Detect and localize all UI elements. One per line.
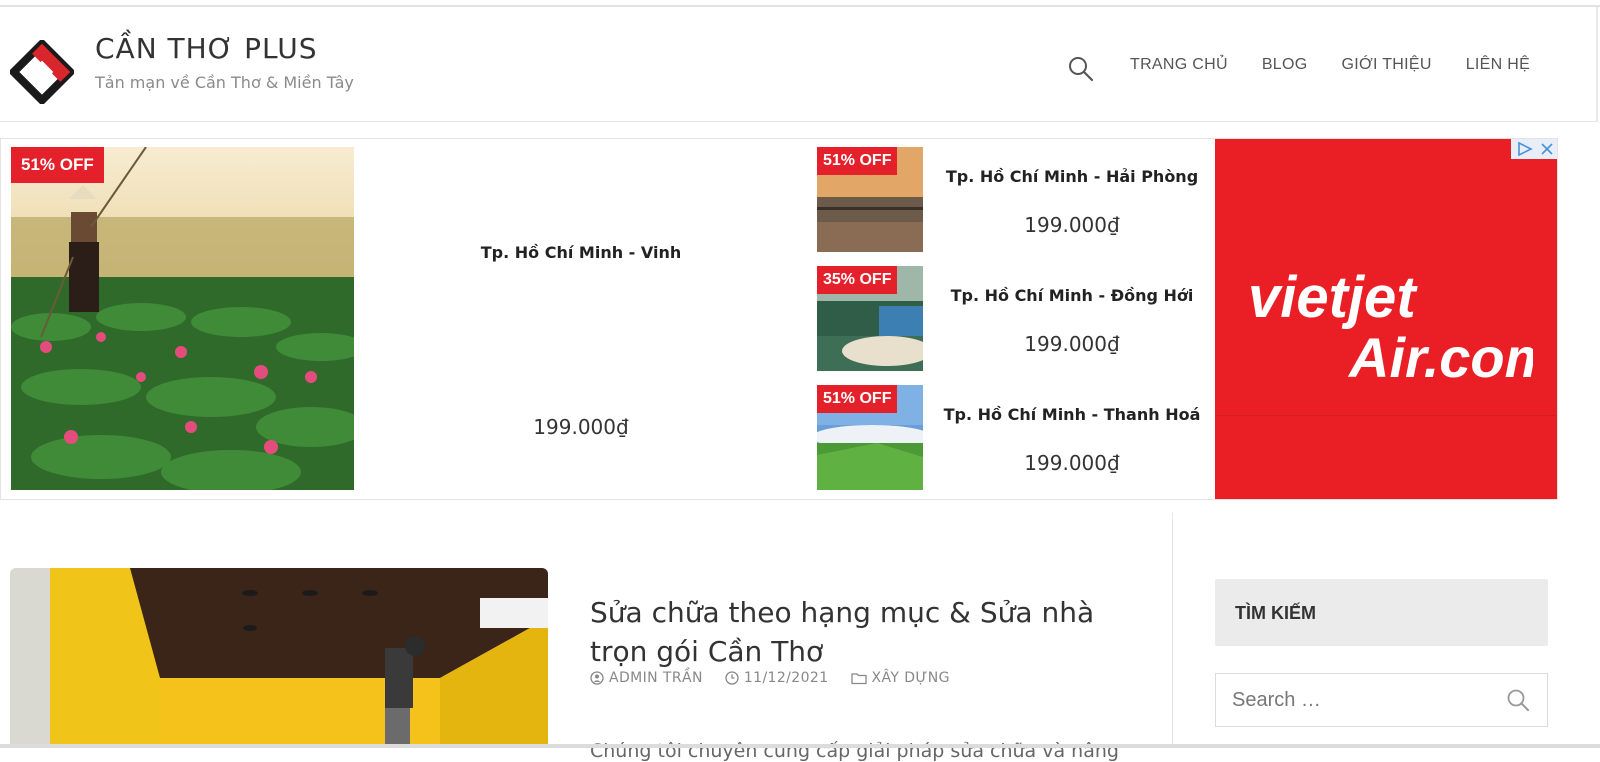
featured-discount-badge: 51% OFF xyxy=(11,147,104,183)
post-date[interactable]: 11/12/2021 xyxy=(725,670,829,686)
deal-price: 199.000₫ xyxy=(1024,451,1120,475)
site-logo-icon[interactable] xyxy=(10,40,74,104)
post-author-label: ADMIN TRẦN xyxy=(609,670,703,686)
search-widget-title: TÌM KIẾM xyxy=(1215,579,1548,646)
featured-deal-image[interactable] xyxy=(11,147,354,490)
deal-discount-badge: 35% OFF xyxy=(817,266,898,294)
post-category[interactable]: XÂY DỰNG xyxy=(850,670,950,686)
deal-price: 199.000₫ xyxy=(1024,213,1120,237)
deal-route[interactable]: Tp. Hồ Chí Minh - Thanh Hoá xyxy=(937,405,1207,424)
site-header: CẦN THƠ PLUS Tản mạn về Cần Thơ & Miền T… xyxy=(0,7,1598,122)
post-date-label: 11/12/2021 xyxy=(743,670,829,686)
nav-item-contact[interactable]: LIÊN HỆ xyxy=(1466,56,1530,74)
deal-route[interactable]: Tp. Hồ Chí Minh - Hải Phòng xyxy=(937,167,1207,186)
nav-item-home[interactable]: TRANG CHỦ xyxy=(1130,56,1228,74)
deal-item[interactable]: 51% OFF Tp. Hồ Chí Minh - Thanh Hoá 199.… xyxy=(817,385,1217,490)
nav-item-blog[interactable]: BLOG xyxy=(1262,56,1308,74)
search-icon[interactable] xyxy=(1067,55,1095,83)
post-meta: ADMIN TRẦN 11/12/2021 XÂY DỰNG xyxy=(590,670,950,686)
search-input[interactable] xyxy=(1215,673,1548,727)
deal-discount-badge: 51% OFF xyxy=(817,385,898,413)
main-nav: TRANG CHỦ BLOG GIỚI THIỆU LIÊN HỆ xyxy=(1130,56,1530,74)
vietjet-logo-panel[interactable]: vietjet Air.com xyxy=(1215,139,1557,499)
site-title[interactable]: CẦN THƠ PLUS xyxy=(95,32,318,65)
vietjet-air-logo: vietjet Air.com xyxy=(1248,265,1533,385)
ad-banner[interactable]: 51% OFF Tp. Hồ Chí Minh - Vinh 199.000₫ … xyxy=(0,138,1558,500)
brand-line-1: vietjet xyxy=(1248,265,1418,330)
folder-icon xyxy=(850,673,867,685)
ad-choices-icon[interactable] xyxy=(1511,139,1557,159)
post-thumbnail[interactable] xyxy=(10,568,548,748)
deal-route[interactable]: Tp. Hồ Chí Minh - Đồng Hới xyxy=(937,286,1207,305)
user-icon xyxy=(590,671,604,685)
deal-discount-badge: 51% OFF xyxy=(817,147,898,175)
featured-price: 199.000₫ xyxy=(533,415,629,439)
site-tagline: Tản mạn về Cần Thơ & Miền Tây xyxy=(95,73,354,92)
post-author[interactable]: ADMIN TRẦN xyxy=(590,670,703,686)
post-title[interactable]: Sửa chữa theo hạng mục & Sửa nhà trọn gó… xyxy=(590,593,1130,671)
deal-item[interactable]: 35% OFF Tp. Hồ Chí Minh - Đồng Hới 199.0… xyxy=(817,266,1217,371)
search-submit-icon[interactable] xyxy=(1505,687,1531,713)
deal-item[interactable]: 51% OFF Tp. Hồ Chí Minh - Hải Phòng 199.… xyxy=(817,147,1217,252)
brand-line-2: Air.com xyxy=(1347,326,1533,385)
nav-item-about[interactable]: GIỚI THIỆU xyxy=(1341,56,1431,74)
post-category-label: XÂY DỰNG xyxy=(871,670,950,686)
panel-divider xyxy=(1215,415,1557,416)
deal-price: 199.000₫ xyxy=(1024,332,1120,356)
featured-route[interactable]: Tp. Hồ Chí Minh - Vinh xyxy=(381,243,781,262)
sidebar-divider xyxy=(1172,513,1173,748)
bottom-divider xyxy=(0,744,1600,748)
clock-icon xyxy=(725,671,739,685)
